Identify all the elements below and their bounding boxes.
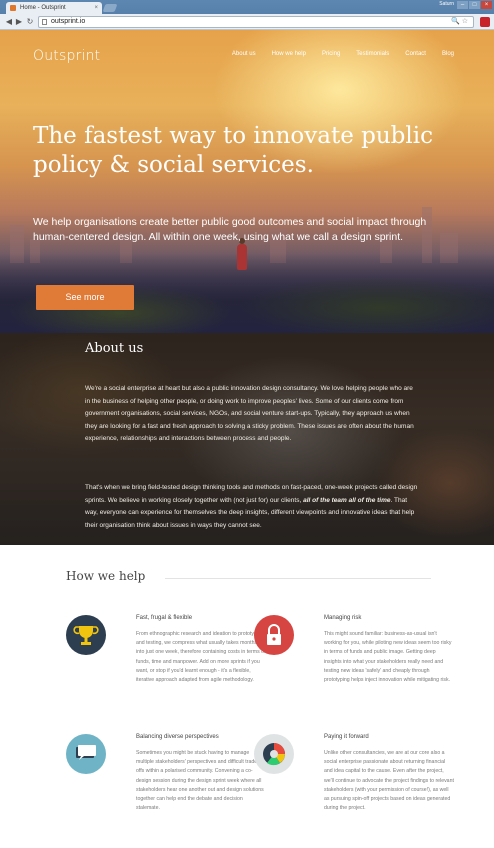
url-text[interactable]: outsprint.io: [51, 18, 85, 25]
page-icon: [42, 19, 47, 25]
tab-strip: Home - Outsprint × Saturn – □ ×: [0, 0, 494, 14]
minimize-button[interactable]: –: [457, 1, 468, 9]
profile-name[interactable]: Saturn: [439, 1, 454, 7]
hero-subheadline: We help organisations create better publ…: [33, 216, 427, 243]
feature-title: Fast, frugal & flexible: [136, 615, 193, 621]
nav-about-us[interactable]: About us: [232, 51, 256, 57]
reload-button[interactable]: ↻: [25, 17, 35, 27]
extension-icon[interactable]: [480, 17, 490, 27]
trophy-icon: [66, 615, 106, 655]
speech-bubbles-icon: [66, 734, 106, 774]
site-logo[interactable]: Outsprint: [33, 48, 100, 64]
feature-text: From ethnographic research and ideation …: [136, 631, 266, 684]
nav-blog[interactable]: Blog: [442, 51, 454, 57]
hero-headline: The fastest way to innovate public polic…: [33, 123, 433, 178]
main-nav: About us How we help Pricing Testimonial…: [232, 51, 454, 57]
back-button[interactable]: ◀: [4, 17, 14, 27]
feature-text: Sometimes you might be stuck having to m…: [136, 750, 264, 812]
about-section: About us We're a social enterprise at he…: [0, 333, 494, 545]
how-we-help-section: How we help Fast, frugal & flexible From…: [0, 545, 494, 848]
about-title: About us: [85, 341, 144, 356]
browser-toolbar: ◀ ▶ ↻ outsprint.io 🔍☆: [0, 14, 494, 30]
feature-title: Paying it forward: [324, 734, 369, 740]
see-more-button[interactable]: See more: [36, 285, 134, 310]
tab-title: Home - Outsprint: [20, 5, 66, 11]
feature-title: Balancing diverse perspectives: [136, 734, 219, 740]
browser-chrome: Home - Outsprint × Saturn – □ × ◀ ▶ ↻ ou…: [0, 0, 494, 30]
emphasis-text: all of the team all of the time: [303, 496, 391, 504]
new-tab-button[interactable]: [102, 4, 118, 12]
how-title: How we help: [66, 569, 146, 583]
hero-section: Outsprint About us How we help Pricing T…: [0, 30, 494, 333]
feature-text: Unlike other consultancies, we are at ou…: [324, 750, 454, 812]
favicon-icon: [10, 5, 16, 11]
browser-tab[interactable]: Home - Outsprint ×: [6, 2, 102, 14]
nav-testimonials[interactable]: Testimonials: [356, 51, 389, 57]
divider: [165, 578, 431, 579]
close-window-button[interactable]: ×: [481, 1, 492, 9]
about-paragraph-2: That's when we bring field-tested design…: [85, 484, 418, 529]
about-paragraph-1: We're a social enterprise at heart but a…: [85, 385, 414, 442]
address-bar[interactable]: outsprint.io 🔍☆: [38, 16, 474, 28]
pie-chart-icon: [254, 734, 294, 774]
omnibox-tools-icon[interactable]: 🔍☆: [451, 17, 470, 27]
window-controls: – □ ×: [457, 1, 492, 10]
runner-figure-image: [237, 238, 247, 270]
feature-text: This might sound familiar: business-as-u…: [324, 631, 452, 684]
nav-contact[interactable]: Contact: [405, 51, 426, 57]
tab-close-icon[interactable]: ×: [94, 2, 98, 14]
nav-pricing[interactable]: Pricing: [322, 51, 340, 57]
feature-title: Managing risk: [324, 615, 362, 621]
nav-how-we-help[interactable]: How we help: [272, 51, 306, 57]
maximize-button[interactable]: □: [469, 1, 480, 9]
forward-button[interactable]: ▶: [14, 17, 24, 27]
padlock-icon: [254, 615, 294, 655]
